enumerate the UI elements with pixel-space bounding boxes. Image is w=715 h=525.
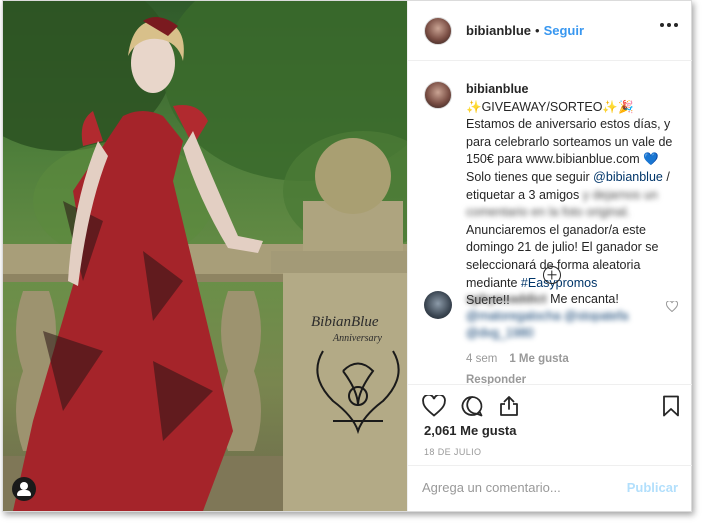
caption-title: ✨GIVEAWAY/SORTEO✨🎉 (466, 99, 634, 114)
header-separator: • (535, 23, 540, 38)
avatar[interactable] (424, 16, 452, 45)
comment-username[interactable]: sphynxaddict (466, 292, 547, 306)
caption-username[interactable]: bibianblue (466, 81, 686, 99)
comment-text: Me encanta! (550, 292, 619, 306)
load-more-comments-icon[interactable] (543, 266, 561, 284)
post-actions: 2,061 Me gusta 18 DE JULIO Publicar (408, 384, 692, 509)
user-tag-icon[interactable] (12, 477, 36, 501)
follow-button[interactable]: Seguir (544, 23, 584, 38)
post-likes-count[interactable]: 2,061 Me gusta (424, 423, 517, 438)
caption-body: bibianblue ✨GIVEAWAY/SORTEO✨🎉 Estamos de… (466, 81, 686, 310)
add-comment-input[interactable] (422, 480, 627, 495)
comment-bubble-icon[interactable] (460, 395, 484, 417)
comment-item: sphynxaddict Me encanta! @maloregalocha … (424, 291, 686, 389)
comment-avatar[interactable] (424, 291, 452, 319)
bookmark-save-icon[interactable] (662, 395, 680, 417)
photo-watermark-title: BibianBlue (311, 314, 379, 330)
more-horizontal-icon[interactable] (660, 23, 678, 27)
photo-watermark-subtitle: Anniversary (333, 333, 382, 344)
post-photo[interactable]: BibianBlue Anniversary (3, 1, 407, 511)
add-comment-bar: Publicar (408, 465, 692, 509)
comment-likes[interactable]: 1 Me gusta (509, 351, 568, 368)
post-side-panel: bibianblue • Seguir bibianblue ✨GIVEAWAY… (407, 1, 692, 511)
comment-like-heart-icon[interactable] (665, 299, 679, 317)
caption-avatar[interactable] (424, 81, 452, 109)
post-date[interactable]: 18 DE JULIO (424, 447, 481, 457)
comment-mentions[interactable]: @maloregalocha @stopatefa @dvg_1980 (466, 309, 628, 340)
publish-button[interactable]: Publicar (627, 480, 678, 495)
photo-illustration (3, 1, 407, 511)
header-username[interactable]: bibianblue (466, 23, 531, 38)
instagram-post-card: BibianBlue Anniversary bibianblue • Segu… (2, 0, 692, 512)
share-upload-icon[interactable] (498, 395, 520, 417)
post-header: bibianblue • Seguir (408, 1, 692, 61)
caption-mention-link[interactable]: @bibianblue (593, 170, 663, 184)
like-heart-icon[interactable] (422, 395, 446, 417)
comment-age: 4 sem (466, 353, 498, 365)
